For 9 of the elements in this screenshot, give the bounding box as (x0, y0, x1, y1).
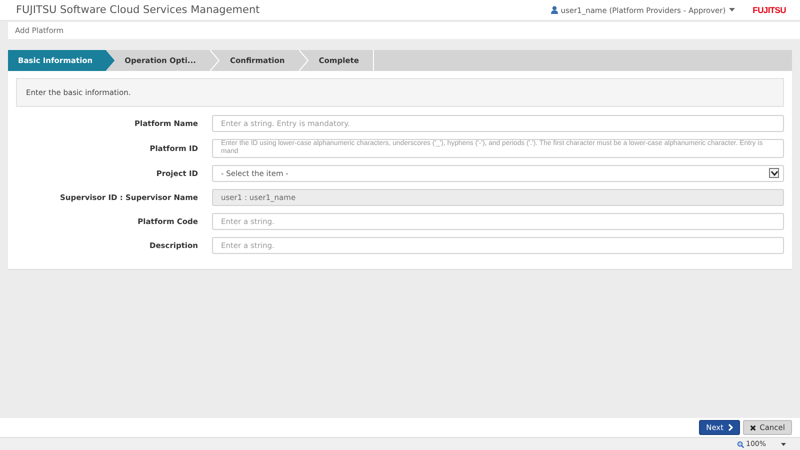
app-title: FUJITSU Software Cloud Services Management (16, 4, 261, 16)
caret-icon[interactable] (781, 442, 786, 446)
magnifier-icon (736, 440, 744, 448)
caret-icon (728, 8, 735, 12)
user-icon (550, 6, 558, 14)
chevron-right-icon (728, 424, 733, 431)
company-logo: FUJITSU (752, 5, 786, 15)
dropdown-icon (769, 168, 779, 178)
close-icon (750, 424, 756, 430)
